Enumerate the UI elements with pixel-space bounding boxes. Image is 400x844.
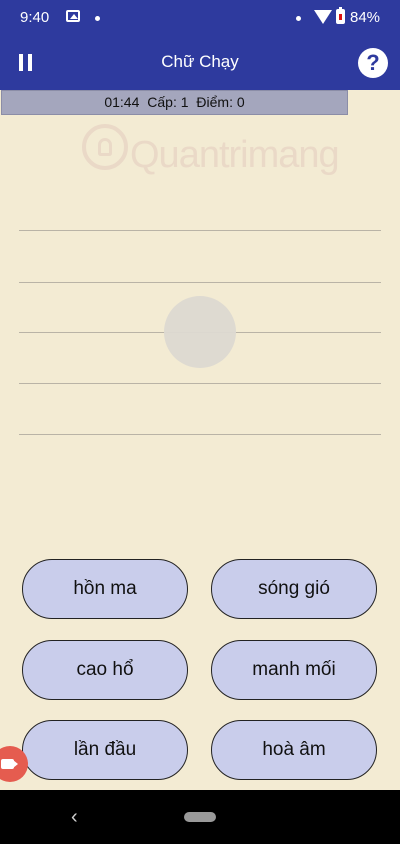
- answer-button[interactable]: sóng gió: [211, 559, 377, 619]
- game-info-bar: 01:44 Cấp: 1 Điểm: 0: [1, 90, 348, 115]
- gallery-icon: [66, 10, 80, 22]
- answer-button[interactable]: lần đầu: [22, 720, 188, 780]
- play-lane-line: [19, 434, 381, 435]
- status-bar: 9:40 84%: [0, 0, 400, 36]
- score-indicator: Điểm: 0: [196, 94, 245, 110]
- system-nav-bar: ‹: [0, 790, 400, 844]
- level-indicator: Cấp: 1: [147, 94, 189, 110]
- timer: 01:44: [104, 94, 140, 110]
- home-pill-icon[interactable]: [184, 812, 216, 822]
- video-camera-icon: [1, 759, 18, 769]
- status-time: 9:40: [20, 9, 50, 26]
- answer-button[interactable]: hoà âm: [211, 720, 377, 780]
- answer-button[interactable]: cao hổ: [22, 640, 188, 700]
- touch-indicator: [164, 296, 236, 368]
- help-button[interactable]: ?: [358, 48, 388, 78]
- play-lane-line: [19, 230, 381, 231]
- notification-dot-icon: [296, 16, 301, 21]
- answer-button[interactable]: manh mối: [211, 640, 377, 700]
- watermark-text: Quantrimang: [130, 134, 340, 176]
- back-icon[interactable]: ‹: [71, 806, 78, 829]
- wifi-icon: [314, 10, 332, 24]
- watermark-logo: Quantrimang: [70, 118, 370, 188]
- page-title: Chữ Chạy: [161, 52, 239, 71]
- battery-percent: 84%: [350, 9, 381, 26]
- app-bar: Chữ Chạy ?: [0, 36, 400, 90]
- answer-button[interactable]: hồn ma: [22, 559, 188, 619]
- battery-icon: [336, 7, 345, 24]
- notification-dot-icon: [95, 16, 100, 21]
- play-lane-line: [19, 383, 381, 384]
- lightbulb-icon: [82, 124, 128, 170]
- play-lane-line: [19, 282, 381, 283]
